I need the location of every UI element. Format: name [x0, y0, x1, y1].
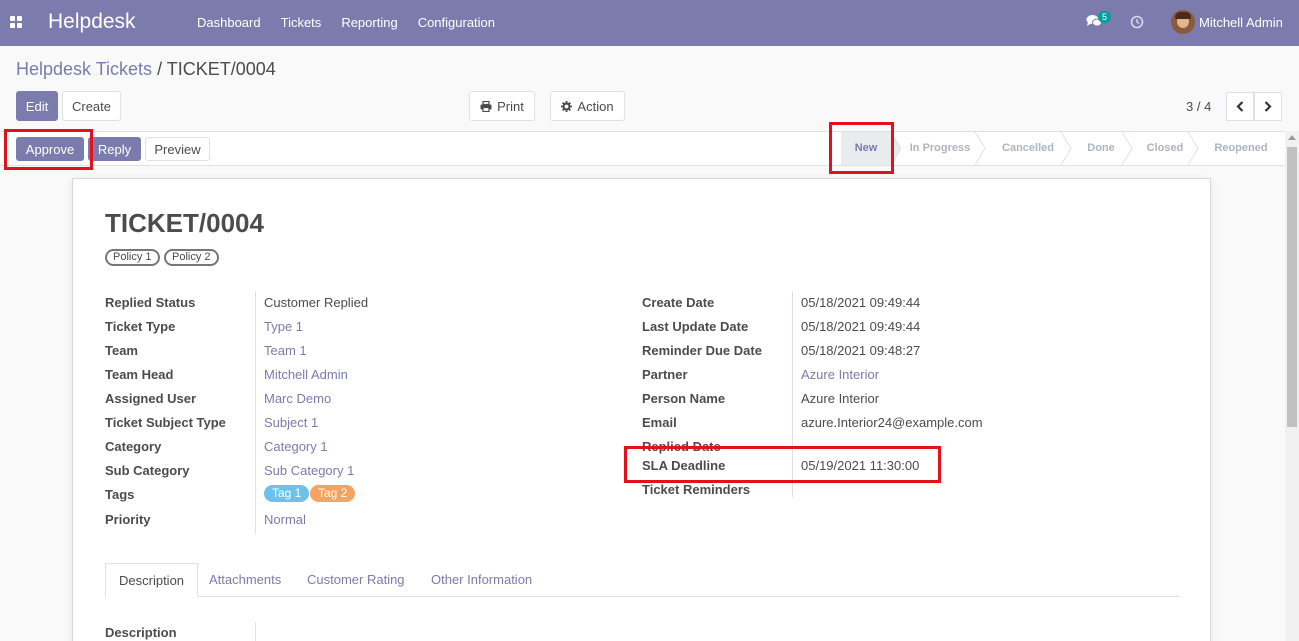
action-label: Action [577, 98, 614, 114]
avatar[interactable] [1171, 10, 1195, 34]
status-header: Approve Reply Preview New In Progress Ca… [0, 131, 1285, 166]
pager-value[interactable]: 3 / 4 [1186, 99, 1211, 114]
scroll-up-arrow[interactable] [1288, 135, 1296, 140]
stage-reopened[interactable]: Reopened [1202, 132, 1280, 165]
action-button[interactable]: Action [550, 91, 625, 121]
top-navbar: Helpdesk Dashboard Tickets Reporting Con… [0, 0, 1299, 46]
breadcrumb-parent[interactable]: Helpdesk Tickets [16, 59, 152, 79]
pager-next-button[interactable] [1254, 92, 1282, 121]
chevron-left-icon [1236, 101, 1244, 112]
apps-icon[interactable] [10, 16, 23, 29]
breadcrumb-current: TICKET/0004 [166, 59, 276, 79]
stage-done[interactable]: Done [1074, 132, 1128, 165]
label-ticket-type: Ticket Type [105, 319, 176, 334]
tab-attachments[interactable]: Attachments [196, 563, 294, 597]
menu-reporting[interactable]: Reporting [331, 0, 407, 46]
stage-closed[interactable]: Closed [1136, 132, 1194, 165]
label-tags: Tags [105, 487, 135, 502]
tab-description[interactable]: Description [105, 563, 199, 598]
label-team-head: Team Head [105, 367, 174, 382]
stage-in-progress[interactable]: In Progress [898, 132, 982, 165]
label-assigned-user: Assigned User [105, 391, 197, 406]
menu-configuration[interactable]: Configuration [408, 0, 505, 46]
field-divider [255, 292, 256, 534]
value-last-update-date: 05/18/2021 09:49:44 [801, 319, 921, 334]
value-team-head[interactable]: Mitchell Admin [264, 367, 348, 382]
label-sub-category: Sub Category [105, 463, 190, 478]
tab-customer-rating[interactable]: Customer Rating [294, 563, 418, 597]
notebook-tabs: Description Attachments Customer Rating … [105, 563, 1179, 598]
label-priority: Priority [105, 512, 151, 527]
tab-other-information[interactable]: Other Information [418, 563, 545, 597]
scroll-thumb[interactable] [1287, 147, 1297, 427]
label-description: Description [105, 625, 177, 640]
highlight-approve [4, 129, 93, 170]
print-button[interactable]: Print [469, 91, 535, 121]
value-assigned-user[interactable]: Marc Demo [264, 391, 331, 406]
value-email: azure.Interior24@example.com [801, 415, 983, 430]
main-menu: Dashboard Tickets Reporting Configuratio… [187, 0, 505, 46]
menu-tickets[interactable]: Tickets [271, 0, 332, 46]
highlight-stage-new [829, 122, 894, 174]
value-sub-category[interactable]: Sub Category 1 [264, 463, 354, 478]
form-sheet: TICKET/0004 Policy 1 Policy 2 Replied St… [72, 178, 1211, 641]
policy-tag[interactable]: Policy 1 [105, 249, 160, 266]
value-reminder-due-date: 05/18/2021 09:48:27 [801, 343, 921, 358]
stage-divider [974, 132, 986, 165]
policy-tag[interactable]: Policy 2 [164, 249, 219, 266]
label-category: Category [105, 439, 162, 454]
highlight-sla-deadline [624, 446, 941, 483]
label-last-update-date: Last Update Date [642, 319, 749, 334]
label-partner: Partner [642, 367, 688, 382]
label-ticket-reminders: Ticket Reminders [642, 482, 751, 497]
user-menu[interactable]: Mitchell Admin [1199, 15, 1283, 30]
tag-pill[interactable]: Tag 2 [310, 485, 356, 502]
menu-dashboard[interactable]: Dashboard [187, 0, 271, 46]
value-create-date: 05/18/2021 09:49:44 [801, 295, 921, 310]
label-reminder-due-date: Reminder Due Date [642, 343, 762, 358]
value-team[interactable]: Team 1 [264, 343, 307, 358]
gear-icon [561, 100, 573, 112]
stage-divider [1121, 132, 1133, 165]
edit-button[interactable]: Edit [16, 91, 58, 121]
value-category[interactable]: Category 1 [264, 439, 328, 454]
create-button[interactable]: Create [62, 91, 121, 121]
stage-cancelled[interactable]: Cancelled [990, 132, 1066, 165]
preview-button[interactable]: Preview [145, 137, 210, 161]
breadcrumb-separator: / [152, 59, 167, 79]
label-ticket-subject-type: Ticket Subject Type [105, 415, 226, 430]
value-ticket-type[interactable]: Type 1 [264, 319, 303, 334]
print-label: Print [497, 98, 524, 114]
app-brand[interactable]: Helpdesk [48, 10, 136, 34]
stage-divider [1060, 132, 1072, 165]
tag-pill[interactable]: Tag 1 [264, 485, 310, 502]
clock-icon[interactable] [1130, 15, 1144, 29]
label-create-date: Create Date [642, 295, 715, 310]
stage-divider [1187, 132, 1199, 165]
chat-count-badge: 5 [1098, 11, 1112, 23]
label-person-name: Person Name [642, 391, 726, 406]
label-team: Team [105, 343, 138, 358]
value-priority[interactable]: Normal [264, 512, 306, 527]
breadcrumb: Helpdesk Tickets / TICKET/0004 [16, 59, 276, 80]
value-replied-status: Customer Replied [264, 295, 369, 310]
ticket-title: TICKET/0004 [105, 208, 264, 238]
label-email: Email [642, 415, 677, 430]
value-ticket-subject-type[interactable]: Subject 1 [264, 415, 318, 430]
pager-previous-button[interactable] [1226, 92, 1254, 121]
reply-button[interactable]: Reply [88, 137, 141, 161]
value-partner[interactable]: Azure Interior [801, 367, 879, 382]
chevron-right-icon [1264, 101, 1272, 112]
value-person-name: Azure Interior [801, 391, 880, 406]
vertical-scrollbar[interactable] [1285, 131, 1299, 641]
field-divider [255, 622, 256, 641]
label-replied-status: Replied Status [105, 295, 196, 310]
print-icon [480, 100, 492, 112]
